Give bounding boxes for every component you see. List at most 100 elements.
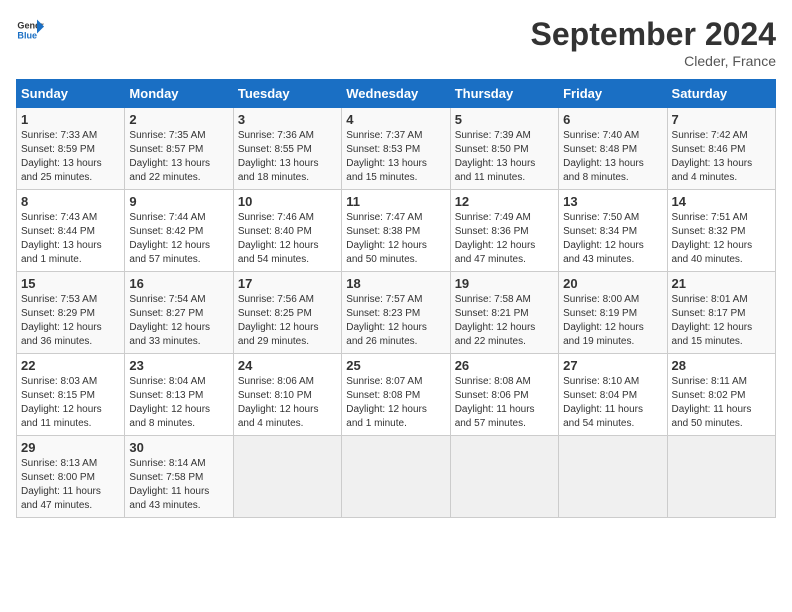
day-info: Sunrise: 7:39 AM Sunset: 8:50 PM Dayligh… (455, 129, 554, 185)
day-number: 28 (672, 358, 771, 373)
day-info: Sunrise: 8:06 AM Sunset: 8:10 PM Dayligh… (238, 375, 337, 431)
day-info: Sunrise: 8:04 AM Sunset: 8:13 PM Dayligh… (129, 375, 228, 431)
calendar-cell: 23 Sunrise: 8:04 AM Sunset: 8:13 PM Dayli… (125, 354, 233, 436)
day-info: Sunrise: 8:08 AM Sunset: 8:06 PM Dayligh… (455, 375, 554, 431)
day-number: 3 (238, 112, 337, 127)
weekday-header-sunday: Sunday (17, 80, 125, 108)
day-number: 6 (563, 112, 662, 127)
day-info: Sunrise: 8:01 AM Sunset: 8:17 PM Dayligh… (672, 293, 771, 349)
day-info: Sunrise: 8:03 AM Sunset: 8:15 PM Dayligh… (21, 375, 120, 431)
day-number: 18 (346, 276, 445, 291)
calendar-cell: 5 Sunrise: 7:39 AM Sunset: 8:50 PM Daylig… (450, 108, 558, 190)
day-number: 13 (563, 194, 662, 209)
calendar-cell: 8 Sunrise: 7:43 AM Sunset: 8:44 PM Daylig… (17, 190, 125, 272)
calendar-cell: 20Sunrise: 8:00 AM Sunset: 8:19 PM Dayli… (559, 272, 667, 354)
weekday-header-monday: Monday (125, 80, 233, 108)
day-number: 5 (455, 112, 554, 127)
day-info: Sunrise: 7:44 AM Sunset: 8:42 PM Dayligh… (129, 211, 228, 267)
day-info: Sunrise: 7:57 AM Sunset: 8:23 PM Dayligh… (346, 293, 445, 349)
page-header: General Blue September 2024 Cleder, Fran… (16, 16, 776, 69)
day-info: Sunrise: 7:36 AM Sunset: 8:55 PM Dayligh… (238, 129, 337, 185)
calendar-cell (559, 436, 667, 518)
day-number: 19 (455, 276, 554, 291)
calendar-cell: 30 Sunrise: 8:14 AM Sunset: 7:58 PM Dayli… (125, 436, 233, 518)
weekday-header-tuesday: Tuesday (233, 80, 341, 108)
calendar-cell: 16 Sunrise: 7:54 AM Sunset: 8:27 PM Dayli… (125, 272, 233, 354)
day-info: Sunrise: 7:49 AM Sunset: 8:36 PM Dayligh… (455, 211, 554, 267)
calendar-cell (233, 436, 341, 518)
calendar-cell: 19 Sunrise: 7:58 AM Sunset: 8:21 PM Dayli… (450, 272, 558, 354)
calendar-cell (667, 436, 775, 518)
calendar-cell: 22 Sunrise: 8:03 AM Sunset: 8:15 PM Dayli… (17, 354, 125, 436)
calendar-cell: 9 Sunrise: 7:44 AM Sunset: 8:42 PM Daylig… (125, 190, 233, 272)
calendar-cell: 27 Sunrise: 8:10 AM Sunset: 8:04 PM Dayli… (559, 354, 667, 436)
day-info: Sunrise: 7:47 AM Sunset: 8:38 PM Dayligh… (346, 211, 445, 267)
day-number: 26 (455, 358, 554, 373)
calendar-cell: 29 Sunrise: 8:13 AM Sunset: 8:00 PM Dayli… (17, 436, 125, 518)
calendar-cell: 7 Sunrise: 7:42 AM Sunset: 8:46 PM Daylig… (667, 108, 775, 190)
day-info: Sunrise: 7:53 AM Sunset: 8:29 PM Dayligh… (21, 293, 120, 349)
calendar-cell (450, 436, 558, 518)
calendar-table: SundayMondayTuesdayWednesdayThursdayFrid… (16, 79, 776, 518)
calendar-cell: 11 Sunrise: 7:47 AM Sunset: 8:38 PM Dayli… (342, 190, 450, 272)
day-number: 23 (129, 358, 228, 373)
calendar-cell: 3 Sunrise: 7:36 AM Sunset: 8:55 PM Daylig… (233, 108, 341, 190)
calendar-cell: 6 Sunrise: 7:40 AM Sunset: 8:48 PM Daylig… (559, 108, 667, 190)
day-info: Sunrise: 7:42 AM Sunset: 8:46 PM Dayligh… (672, 129, 771, 185)
day-number: 16 (129, 276, 228, 291)
day-info: Sunrise: 8:14 AM Sunset: 7:58 PM Dayligh… (129, 457, 228, 513)
day-number: 8 (21, 194, 120, 209)
day-number: 10 (238, 194, 337, 209)
day-number: 11 (346, 194, 445, 209)
day-info: Sunrise: 8:13 AM Sunset: 8:00 PM Dayligh… (21, 457, 120, 513)
day-info: Sunrise: 7:43 AM Sunset: 8:44 PM Dayligh… (21, 211, 120, 267)
location: Cleder, France (531, 53, 776, 69)
day-info: Sunrise: 7:46 AM Sunset: 8:40 PM Dayligh… (238, 211, 337, 267)
day-info: Sunrise: 7:35 AM Sunset: 8:57 PM Dayligh… (129, 129, 228, 185)
day-number: 21 (672, 276, 771, 291)
day-number: 9 (129, 194, 228, 209)
calendar-cell: 2 Sunrise: 7:35 AM Sunset: 8:57 PM Daylig… (125, 108, 233, 190)
calendar-cell: 25Sunrise: 8:07 AM Sunset: 8:08 PM Dayli… (342, 354, 450, 436)
logo: General Blue (16, 16, 44, 44)
calendar-cell: 21 Sunrise: 8:01 AM Sunset: 8:17 PM Dayli… (667, 272, 775, 354)
day-number: 15 (21, 276, 120, 291)
title-block: September 2024 Cleder, France (531, 16, 776, 69)
day-info: Sunrise: 7:37 AM Sunset: 8:53 PM Dayligh… (346, 129, 445, 185)
day-info: Sunrise: 8:11 AM Sunset: 8:02 PM Dayligh… (672, 375, 771, 431)
day-number: 12 (455, 194, 554, 209)
weekday-header-friday: Friday (559, 80, 667, 108)
calendar-cell: 17Sunrise: 7:56 AM Sunset: 8:25 PM Dayli… (233, 272, 341, 354)
calendar-cell (342, 436, 450, 518)
calendar-cell: 18 Sunrise: 7:57 AM Sunset: 8:23 PM Dayli… (342, 272, 450, 354)
day-number: 30 (129, 440, 228, 455)
calendar-cell: 26 Sunrise: 8:08 AM Sunset: 8:06 PM Dayli… (450, 354, 558, 436)
weekday-header-thursday: Thursday (450, 80, 558, 108)
weekday-header-saturday: Saturday (667, 80, 775, 108)
calendar-cell: 14 Sunrise: 7:51 AM Sunset: 8:32 PM Dayli… (667, 190, 775, 272)
day-info: Sunrise: 7:58 AM Sunset: 8:21 PM Dayligh… (455, 293, 554, 349)
day-number: 2 (129, 112, 228, 127)
day-info: Sunrise: 8:10 AM Sunset: 8:04 PM Dayligh… (563, 375, 662, 431)
day-number: 14 (672, 194, 771, 209)
calendar-cell: 4Sunrise: 7:37 AM Sunset: 8:53 PM Daylig… (342, 108, 450, 190)
day-number: 17 (238, 276, 337, 291)
day-number: 22 (21, 358, 120, 373)
day-info: Sunrise: 7:54 AM Sunset: 8:27 PM Dayligh… (129, 293, 228, 349)
month-title: September 2024 (531, 16, 776, 53)
calendar-cell: 13Sunrise: 7:50 AM Sunset: 8:34 PM Dayli… (559, 190, 667, 272)
day-number: 1 (21, 112, 120, 127)
logo-icon: General Blue (16, 16, 44, 44)
day-info: Sunrise: 7:33 AM Sunset: 8:59 PM Dayligh… (21, 129, 120, 185)
day-number: 27 (563, 358, 662, 373)
svg-text:Blue: Blue (17, 30, 37, 40)
day-number: 20 (563, 276, 662, 291)
day-info: Sunrise: 7:51 AM Sunset: 8:32 PM Dayligh… (672, 211, 771, 267)
calendar-cell: 12 Sunrise: 7:49 AM Sunset: 8:36 PM Dayli… (450, 190, 558, 272)
day-number: 29 (21, 440, 120, 455)
calendar-cell: 1 Sunrise: 7:33 AM Sunset: 8:59 PM Daylig… (17, 108, 125, 190)
day-info: Sunrise: 7:40 AM Sunset: 8:48 PM Dayligh… (563, 129, 662, 185)
day-number: 7 (672, 112, 771, 127)
day-number: 25 (346, 358, 445, 373)
calendar-cell: 24Sunrise: 8:06 AM Sunset: 8:10 PM Dayli… (233, 354, 341, 436)
